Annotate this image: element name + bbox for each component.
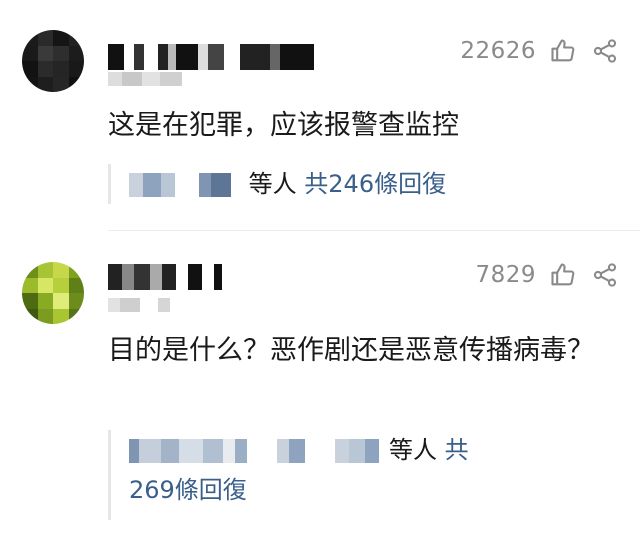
share-icon[interactable] bbox=[590, 260, 620, 290]
reply-count-link[interactable]: 共246條回復 bbox=[304, 170, 446, 198]
avatar[interactable] bbox=[22, 30, 84, 92]
share-icon[interactable] bbox=[590, 36, 620, 66]
like-count: 22626 bbox=[460, 38, 536, 64]
reply-count-prefix[interactable]: 共 bbox=[445, 436, 469, 464]
timestamp-mosaic bbox=[108, 72, 182, 86]
avatar[interactable] bbox=[22, 262, 84, 324]
reply-summary[interactable]: 等人 共246條回復 bbox=[108, 164, 600, 204]
timestamp-mosaic bbox=[108, 298, 170, 312]
username-mosaic[interactable] bbox=[108, 44, 314, 70]
thumbs-up-icon[interactable] bbox=[548, 260, 578, 290]
thumbs-up-icon[interactable] bbox=[548, 36, 578, 66]
comment-text: 这是在犯罪，应该报警查监控 bbox=[108, 110, 459, 141]
comment-item: 7829 目的是什么？恶作剧还是恶意传播病毒？ 等人 共 269條回復 bbox=[0, 232, 640, 533]
reply-suffix: 等人 bbox=[248, 170, 297, 198]
reply-suffix: 等人 bbox=[389, 436, 437, 464]
divider bbox=[108, 230, 640, 231]
username-mosaic[interactable] bbox=[108, 264, 222, 290]
comment-text: 目的是什么？恶作剧还是恶意传播病毒？ bbox=[108, 335, 594, 366]
reply-summary[interactable]: 等人 共 269條回復 bbox=[108, 430, 600, 520]
like-area: 22626 bbox=[460, 36, 620, 66]
reply-count-link[interactable]: 269條回復 bbox=[129, 476, 247, 504]
comment-item: 22626 这是在犯罪，应该报警查监控 等人 共246條回復 bbox=[0, 0, 640, 232]
like-area: 7829 bbox=[475, 260, 620, 290]
reply-user-mosaic bbox=[129, 439, 379, 463]
like-count: 7829 bbox=[475, 262, 536, 288]
reply-user-mosaic bbox=[129, 173, 231, 197]
